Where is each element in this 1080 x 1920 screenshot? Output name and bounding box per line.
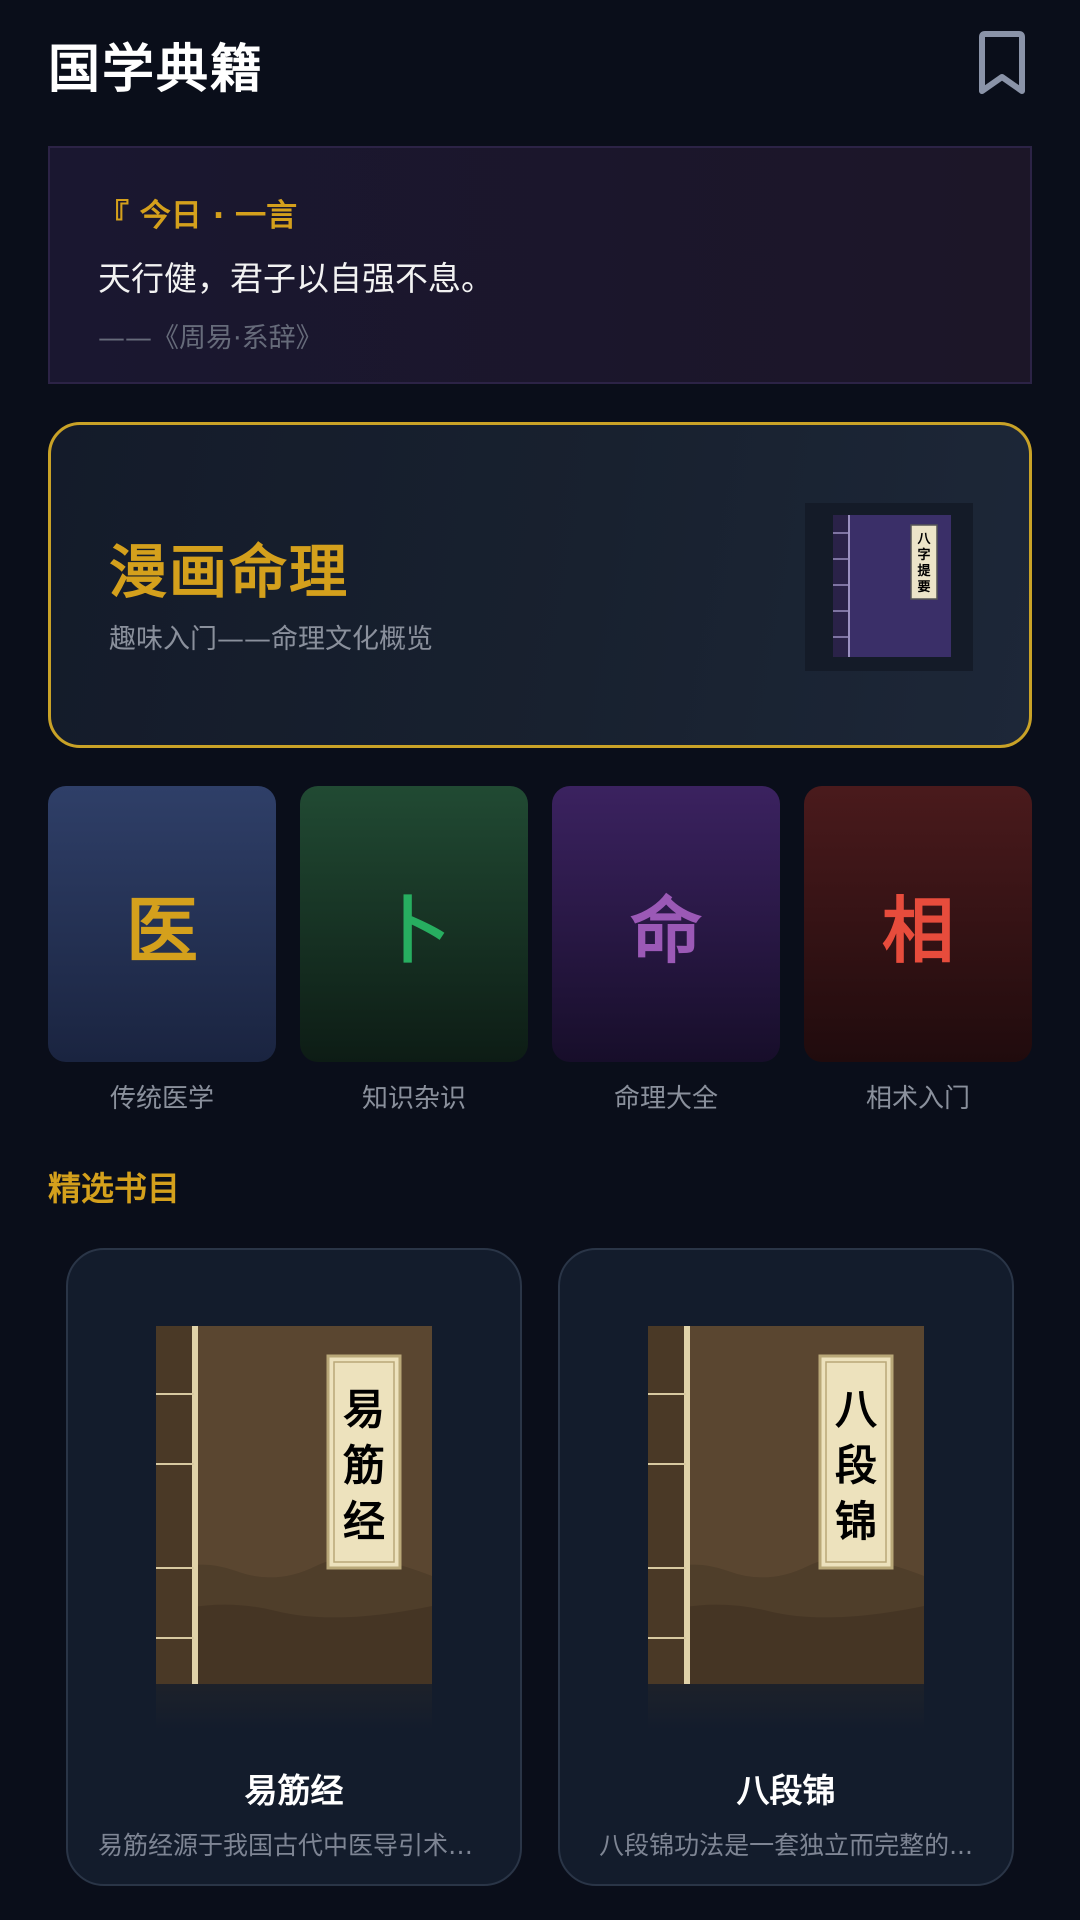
category-glyph: 医 bbox=[48, 786, 276, 1062]
svg-text:提: 提 bbox=[917, 563, 931, 579]
book-cover-image: 易 筋 经 bbox=[156, 1326, 432, 1684]
featured-subtitle: 趣味入门——命理文化概览 bbox=[109, 624, 433, 655]
header: 国学典籍 bbox=[48, 28, 1032, 100]
category-label: 知识杂识 bbox=[361, 1084, 466, 1114]
quote-text: 天行健，君子以自强不息。 bbox=[98, 259, 494, 298]
category-label: 相术入门 bbox=[865, 1084, 970, 1114]
svg-text:要: 要 bbox=[917, 580, 930, 595]
book-card[interactable]: 易 筋 经 易筋经 易筋经源于我国古代中医导引术，... bbox=[66, 1248, 522, 1886]
category-glyph: 卜 bbox=[300, 786, 528, 1062]
book-cover-label: 筋 bbox=[343, 1441, 385, 1490]
category-label: 传统医学 bbox=[109, 1084, 214, 1114]
book-cover-image: 八 段 锦 bbox=[648, 1326, 924, 1684]
daily-quote-card[interactable]: 『 今日 · 一言 天行健，君子以自强不息。 ——《周易·系辞》 bbox=[48, 146, 1032, 384]
book-description: 八段锦功法是一套独立而完整的... bbox=[599, 1831, 973, 1860]
category-knowledge[interactable]: 卜 知识杂识 bbox=[300, 786, 528, 1115]
book-cover-label: 八 bbox=[835, 1385, 878, 1434]
category-traditional-medicine[interactable]: 医 传统医学 bbox=[48, 786, 276, 1115]
svg-text:字: 字 bbox=[917, 547, 930, 563]
book-shadow bbox=[156, 1684, 432, 1730]
category-physiognomy[interactable]: 相 相术入门 bbox=[804, 786, 1032, 1115]
section-title: 精选书目 bbox=[48, 1169, 180, 1208]
featured-cover-label: 八 bbox=[916, 532, 931, 547]
category-glyph: 相 bbox=[804, 786, 1032, 1062]
book-cover-label: 段 bbox=[835, 1441, 877, 1490]
bookmark-button[interactable] bbox=[972, 29, 1032, 99]
featured-card[interactable]: 漫画命理 趣味入门——命理文化概览 八 字 提 要 bbox=[48, 422, 1032, 748]
quote-source: ——《周易·系辞》 bbox=[98, 323, 323, 354]
book-cover-label: 易 bbox=[343, 1385, 385, 1434]
book-title: 易筋经 bbox=[244, 1771, 344, 1810]
category-label: 命理大全 bbox=[613, 1084, 718, 1114]
book-description: 易筋经源于我国古代中医导引术，... bbox=[98, 1831, 490, 1860]
book-cover-label: 经 bbox=[343, 1497, 385, 1546]
featured-cover-image: 八 字 提 要 bbox=[805, 503, 973, 671]
book-card[interactable]: 八 段 锦 八段锦 八段锦功法是一套独立而完整的... bbox=[558, 1248, 1014, 1886]
featured-title: 漫画命理 bbox=[109, 538, 350, 606]
quote-label: 『 今日 · 一言 bbox=[98, 198, 298, 234]
bookmark-icon bbox=[979, 31, 1025, 94]
category-fortune[interactable]: 命 命理大全 bbox=[552, 786, 780, 1115]
book-title: 八段锦 bbox=[736, 1771, 836, 1810]
book-shadow bbox=[648, 1684, 924, 1730]
book-cover-label: 锦 bbox=[835, 1497, 877, 1546]
category-glyph: 命 bbox=[552, 786, 780, 1062]
page-title: 国学典籍 bbox=[48, 39, 265, 100]
